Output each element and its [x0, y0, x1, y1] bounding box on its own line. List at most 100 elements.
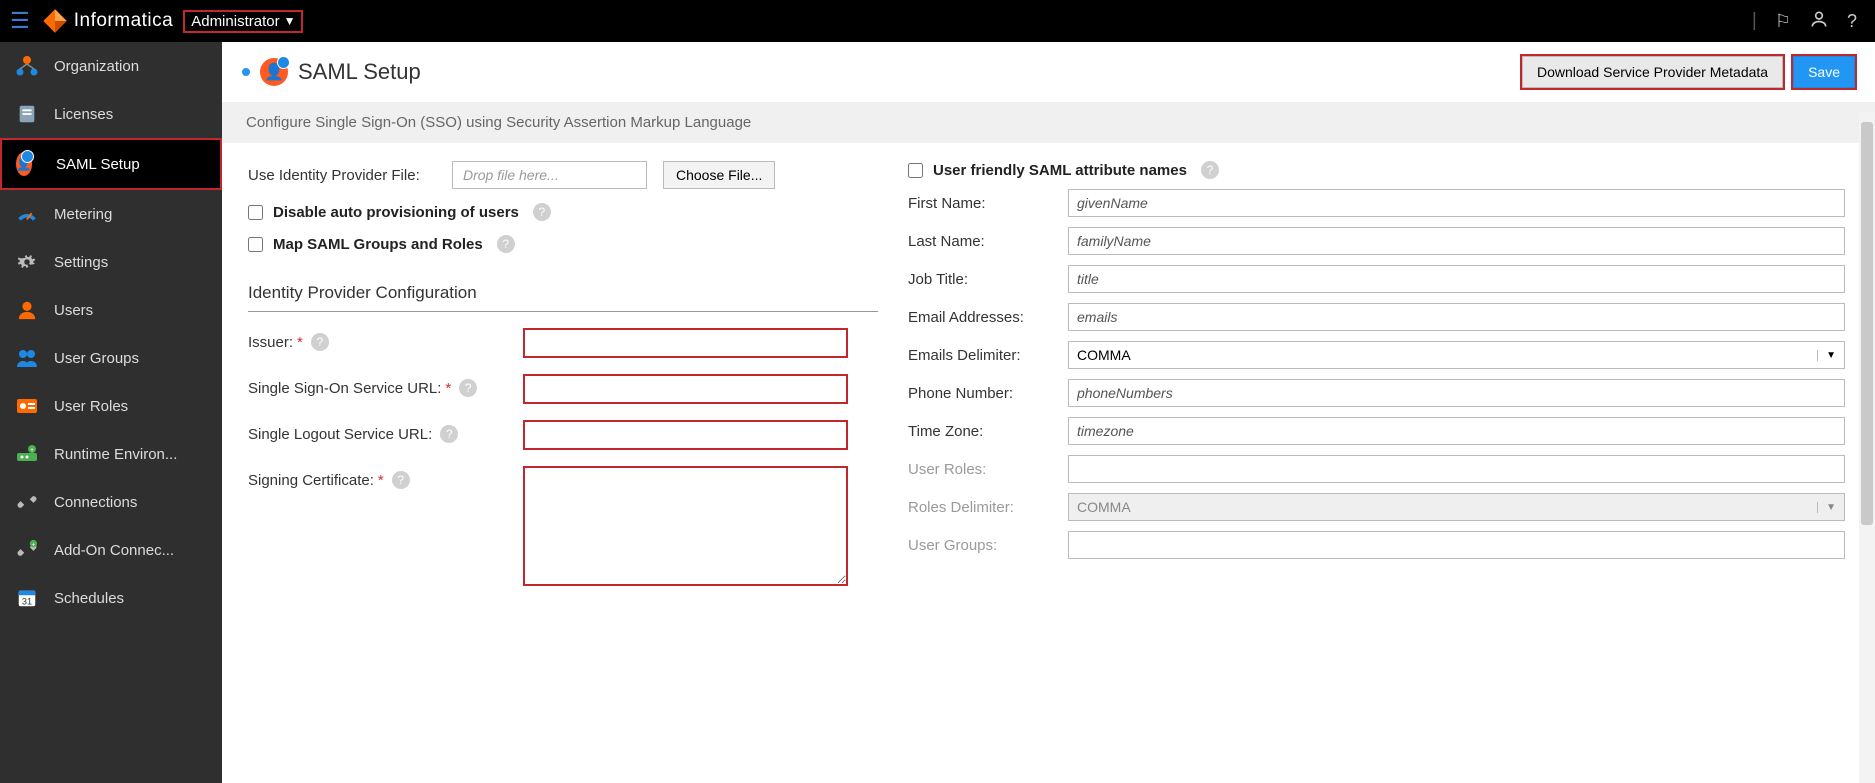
right-column: User friendly SAML attribute names ? Fir…	[908, 161, 1875, 765]
sidebar-item-label: Add-On Connec...	[54, 542, 174, 559]
page-subtitle: Configure Single Sign-On (SSO) using Sec…	[222, 102, 1875, 143]
sidebar-item-label: Schedules	[54, 590, 124, 607]
users-icon	[14, 298, 40, 322]
scrollbar[interactable]	[1859, 112, 1875, 783]
sidebar-item-licenses[interactable]: Licenses	[0, 90, 222, 138]
runtime-icon: +	[14, 442, 40, 466]
job-title-input[interactable]	[1068, 265, 1845, 293]
friendly-names-checkbox[interactable]	[908, 163, 923, 178]
user-roles-label: User Roles:	[908, 461, 1068, 478]
hamburger-icon[interactable]: ☰	[10, 8, 30, 34]
download-metadata-button[interactable]: Download Service Provider Metadata	[1522, 56, 1783, 88]
issuer-label: Issuer:*?	[248, 328, 523, 351]
page-title: SAML Setup	[298, 59, 421, 85]
disable-auto-provisioning-label: Disable auto provisioning of users	[273, 204, 519, 221]
app-switcher-label: Administrator	[191, 13, 279, 30]
sidebar-item-runtime-env[interactable]: + Runtime Environ...	[0, 430, 222, 478]
help-icon[interactable]: ?	[392, 471, 410, 489]
schedules-icon: 31	[14, 586, 40, 610]
emails-input[interactable]	[1068, 303, 1845, 331]
user-roles-input[interactable]	[1068, 455, 1845, 483]
sidebar-item-settings[interactable]: Settings	[0, 238, 222, 286]
sidebar-item-metering[interactable]: Metering	[0, 190, 222, 238]
help-icon[interactable]: ?	[497, 235, 515, 253]
help-icon[interactable]: ?	[533, 203, 551, 221]
issuer-input[interactable]	[523, 328, 848, 358]
svg-text:31: 31	[22, 596, 32, 606]
timezone-input[interactable]	[1068, 417, 1845, 445]
sidebar-item-label: Connections	[54, 494, 137, 511]
flag-icon[interactable]: ⚐	[1775, 11, 1791, 32]
user-icon[interactable]	[1809, 9, 1829, 34]
first-name-label: First Name:	[908, 195, 1068, 212]
sidebar-item-label: SAML Setup	[56, 156, 140, 173]
sso-url-label: Single Sign-On Service URL:*?	[248, 374, 523, 397]
sidebar-item-label: Settings	[54, 254, 108, 271]
chevron-down-icon: ▼	[1817, 350, 1836, 361]
roles-delim-label: Roles Delimiter:	[908, 499, 1068, 516]
sidebar-item-organization[interactable]: Organization	[0, 42, 222, 90]
sidebar-item-connections[interactable]: Connections	[0, 478, 222, 526]
choose-file-button[interactable]: Choose File...	[663, 161, 775, 189]
settings-icon	[14, 250, 40, 274]
sidebar-item-addon-connectors[interactable]: + Add-On Connec...	[0, 526, 222, 574]
emails-delim-label: Emails Delimiter:	[908, 347, 1068, 364]
top-bar: ☰ Informatica Administrator ▼ | ⚐ ?	[0, 0, 1875, 42]
sidebar-item-user-roles[interactable]: User Roles	[0, 382, 222, 430]
roles-icon	[14, 394, 40, 418]
license-icon	[14, 102, 40, 126]
friendly-names-label: User friendly SAML attribute names	[933, 162, 1187, 179]
sidebar-item-schedules[interactable]: 31 Schedules	[0, 574, 222, 622]
addon-icon: +	[14, 538, 40, 562]
help-icon[interactable]: ?	[440, 425, 458, 443]
save-button[interactable]: Save	[1793, 56, 1855, 88]
logo-icon	[42, 8, 68, 34]
help-icon[interactable]: ?	[1847, 11, 1857, 32]
user-groups-input[interactable]	[1068, 531, 1845, 559]
sidebar-item-saml-setup[interactable]: 👤 SAML Setup	[0, 138, 222, 190]
slo-url-input[interactable]	[523, 420, 848, 450]
svg-text:+: +	[30, 447, 34, 454]
saml-icon: 👤	[16, 152, 42, 176]
brand-logo: Informatica	[42, 8, 173, 34]
idp-config-section-title: Identity Provider Configuration	[248, 283, 878, 312]
sidebar-item-user-groups[interactable]: User Groups	[0, 334, 222, 382]
divider: |	[1752, 10, 1757, 32]
meter-icon	[14, 202, 40, 226]
left-column: Use Identity Provider File: Drop file he…	[248, 161, 878, 765]
user-groups-label: User Groups:	[908, 537, 1068, 554]
emails-delim-select[interactable]: COMMA▼	[1068, 341, 1845, 369]
phone-label: Phone Number:	[908, 385, 1068, 402]
idp-file-drop-target[interactable]: Drop file here...	[452, 161, 647, 189]
sidebar: Organization Licenses 👤 SAML Setup Meter…	[0, 42, 222, 783]
disable-auto-provisioning-checkbox[interactable]	[248, 205, 263, 220]
connections-icon	[14, 490, 40, 514]
map-groups-roles-checkbox[interactable]	[248, 237, 263, 252]
svg-text:+: +	[32, 541, 36, 548]
chevron-down-icon: ▼	[1817, 502, 1836, 513]
last-name-input[interactable]	[1068, 227, 1845, 255]
groups-icon	[14, 346, 40, 370]
page-header: 👤 SAML Setup Download Service Provider M…	[222, 42, 1875, 102]
sidebar-item-label: Runtime Environ...	[54, 446, 177, 463]
sidebar-item-users[interactable]: Users	[0, 286, 222, 334]
scrollbar-thumb[interactable]	[1861, 122, 1873, 525]
timezone-label: Time Zone:	[908, 423, 1068, 440]
sso-url-input[interactable]	[523, 374, 848, 404]
unsaved-indicator-icon	[242, 68, 250, 76]
roles-delim-select: COMMA▼	[1068, 493, 1845, 521]
page-actions: Download Service Provider Metadata Save	[1522, 56, 1855, 88]
sidebar-item-label: Licenses	[54, 106, 113, 123]
app-switcher[interactable]: Administrator ▼	[183, 10, 303, 33]
signing-cert-textarea[interactable]	[523, 466, 848, 586]
org-icon	[14, 54, 40, 78]
sidebar-item-label: Metering	[54, 206, 112, 223]
phone-input[interactable]	[1068, 379, 1845, 407]
help-icon[interactable]: ?	[1201, 161, 1219, 179]
help-icon[interactable]: ?	[459, 379, 477, 397]
content-pane: 👤 SAML Setup Download Service Provider M…	[222, 42, 1875, 783]
first-name-input[interactable]	[1068, 189, 1845, 217]
signing-cert-label: Signing Certificate:*?	[248, 466, 523, 489]
slo-url-label: Single Logout Service URL:?	[248, 420, 523, 443]
help-icon[interactable]: ?	[311, 333, 329, 351]
